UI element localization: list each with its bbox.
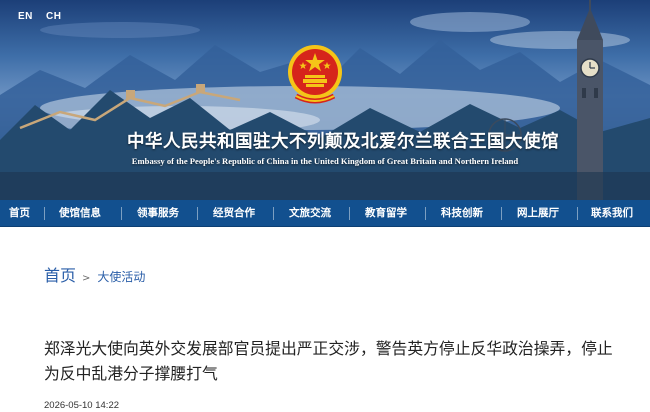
nav-separator xyxy=(273,207,274,220)
language-ch-link[interactable]: CH xyxy=(46,11,61,22)
nav-separator xyxy=(44,207,45,220)
nav-item-embassy-info[interactable]: 使馆信息 xyxy=(59,200,101,227)
breadcrumb: 首页 > 大使活动 xyxy=(44,262,145,286)
nav-item-contact[interactable]: 联系我们 xyxy=(591,200,633,227)
nav-item-technology[interactable]: 科技创新 xyxy=(441,200,483,227)
article-date: 2026-05-10 14:22 xyxy=(44,400,120,411)
nav-separator xyxy=(121,207,122,220)
breadcrumb-current-link[interactable]: 大使活动 xyxy=(97,268,145,285)
nav-separator xyxy=(425,207,426,220)
article-title: 郑泽光大使向英外交发展部官员提出严正交涉，警告英方停止反华政治操弄，停止为反中乱… xyxy=(44,339,613,383)
header-banner: EN CH 中华人民共和国驻大不列颠及北爱尔兰联合王国大使馆 Embassy o… xyxy=(0,0,650,200)
nav-separator xyxy=(197,207,198,220)
nav-item-home[interactable]: 首页 xyxy=(9,200,30,227)
nav-separator xyxy=(349,207,350,220)
breadcrumb-home-link[interactable]: 首页 xyxy=(44,262,76,286)
embassy-title-chinese: 中华人民共和国驻大不列颠及北爱尔兰联合王国大使馆 xyxy=(127,132,559,152)
embassy-title-english: Embassy of the People's Republic of Chin… xyxy=(131,156,519,166)
nav-separator xyxy=(577,207,578,220)
language-en-link[interactable]: EN xyxy=(18,11,33,22)
breadcrumb-separator: > xyxy=(82,273,91,284)
nav-item-exhibition[interactable]: 网上展厅 xyxy=(517,200,559,227)
national-emblem-icon xyxy=(288,45,342,104)
nav-item-education[interactable]: 教育留学 xyxy=(365,200,407,227)
nav-item-culture[interactable]: 文旅交流 xyxy=(289,200,331,227)
main-nav-bar: 首页 使馆信息 领事服务 经贸合作 文旅交流 教育留学 科技创新 网上展厅 联系… xyxy=(0,200,650,227)
nav-item-consular[interactable]: 领事服务 xyxy=(137,200,179,227)
nav-separator xyxy=(501,207,502,220)
nav-item-trade[interactable]: 经贸合作 xyxy=(213,200,255,227)
